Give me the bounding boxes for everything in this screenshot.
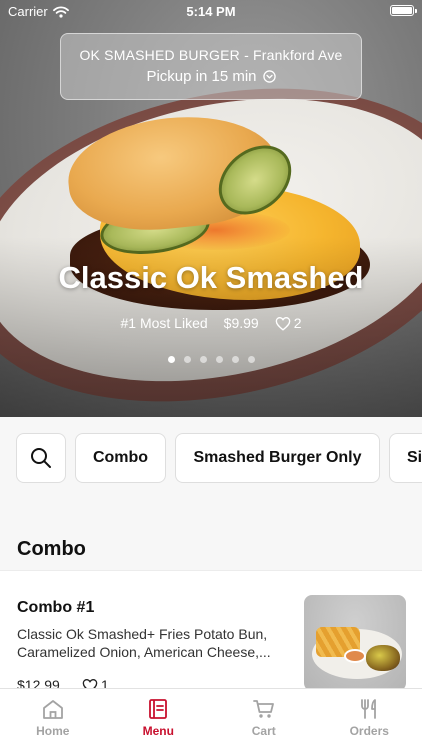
tab-cart[interactable]: Cart (211, 689, 317, 750)
cart-icon (252, 700, 274, 718)
category-bar: Combo Smashed Burger Only Sides (0, 417, 422, 501)
pickup-label: Pickup in 15 min (146, 68, 257, 85)
carousel-dot[interactable] (247, 356, 255, 363)
tab-orders[interactable]: Orders (317, 689, 422, 750)
tab-menu-label: Menu (142, 724, 174, 738)
carousel-dot[interactable] (199, 356, 207, 363)
hero-badge: #1 Most Liked (120, 315, 208, 331)
battery-icon (390, 5, 417, 16)
tab-cart-label: Cart (251, 724, 276, 738)
home-icon (42, 700, 63, 719)
hero-price: $9.99 (223, 315, 259, 331)
menu-item-card[interactable]: Combo #1 Classic Ok Smashed+ Fries Potat… (0, 570, 422, 693)
search-button[interactable] (16, 433, 66, 483)
pickup-time: Pickup in 15 min (61, 68, 361, 85)
tab-menu[interactable]: Menu (106, 689, 212, 750)
section-title: Combo (17, 538, 86, 560)
tab-bar: Home Menu Cart Orders (0, 688, 422, 750)
hero-title: Classic Ok Smashed (58, 260, 364, 295)
store-name: OK SMASHED BURGER - Frankford Ave (79, 47, 343, 63)
hero-meta: #1 Most Liked $9.99 2 (0, 315, 422, 331)
category-list: Combo Smashed Burger Only Sides (16, 433, 422, 483)
thumbnail-dip (344, 649, 366, 663)
hero-likes-count: 2 (293, 315, 302, 331)
menu-icon (149, 699, 168, 719)
search-icon (31, 448, 51, 468)
item-name: Combo #1 (17, 599, 95, 616)
carousel-dot[interactable] (215, 356, 223, 363)
tab-orders-label: Orders (349, 724, 389, 738)
hero-likes[interactable]: 2 (275, 315, 302, 331)
carousel-dot[interactable] (183, 356, 191, 363)
category-sides[interactable]: Sides (389, 433, 422, 483)
status-time: 5:14 PM (186, 4, 236, 19)
carousel-dots[interactable] (0, 356, 422, 363)
chevron-down-circle-icon (262, 70, 276, 83)
carousel-dot[interactable] (231, 356, 239, 363)
store-selector[interactable]: OK SMASHED BURGER - Frankford Ave Pickup… (60, 33, 362, 100)
tab-home-label: Home (36, 724, 70, 738)
item-thumbnail[interactable] (304, 595, 406, 691)
status-bar: Carrier 5:14 PM (0, 0, 422, 22)
category-combo[interactable]: Combo (75, 433, 166, 483)
carousel-dot[interactable] (167, 356, 175, 363)
heart-icon (275, 316, 291, 331)
utensils-icon (361, 699, 377, 719)
category-smashed-burger-only[interactable]: Smashed Burger Only (175, 433, 380, 483)
item-description: Classic Ok Smashed+ Fries Potato Bun, Ca… (17, 626, 271, 660)
thumbnail-burger (366, 645, 400, 671)
hero-banner[interactable]: OK SMASHED BURGER - Frankford Ave Pickup… (0, 0, 422, 417)
app-screen: OK SMASHED BURGER - Frankford Ave Pickup… (0, 0, 422, 750)
tab-home[interactable]: Home (0, 689, 106, 750)
